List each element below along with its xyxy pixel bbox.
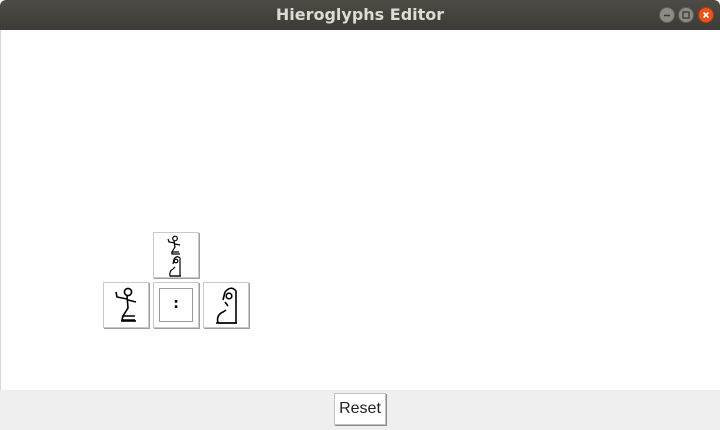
reset-button[interactable]: Reset [334, 393, 386, 425]
colon-symbol: : [173, 296, 179, 312]
hieroglyph-canvas[interactable]: : [0, 30, 720, 390]
minimize-icon[interactable] [659, 7, 675, 23]
close-icon[interactable] [698, 7, 714, 23]
seated-man-raised-arm-icon [115, 287, 137, 322]
group-box-icon: : [159, 288, 193, 322]
glyph-tile-seated-woman[interactable] [203, 282, 249, 328]
seated-man-over-seated-woman-icon [167, 235, 181, 277]
title-bar[interactable]: Hieroglyphs Editor [0, 0, 720, 30]
glyph-tile-colon-group[interactable]: : [153, 282, 199, 328]
seated-woman-icon [216, 287, 237, 324]
window-title: Hieroglyphs Editor [275, 5, 445, 24]
glyph-tile-stacked[interactable] [153, 232, 199, 278]
bottom-bar: Reset [0, 390, 720, 430]
app-window: Hieroglyphs Editor: Reset [0, 0, 720, 430]
maximize-icon[interactable] [678, 7, 694, 23]
glyph-tile-seated-man[interactable] [103, 282, 149, 328]
